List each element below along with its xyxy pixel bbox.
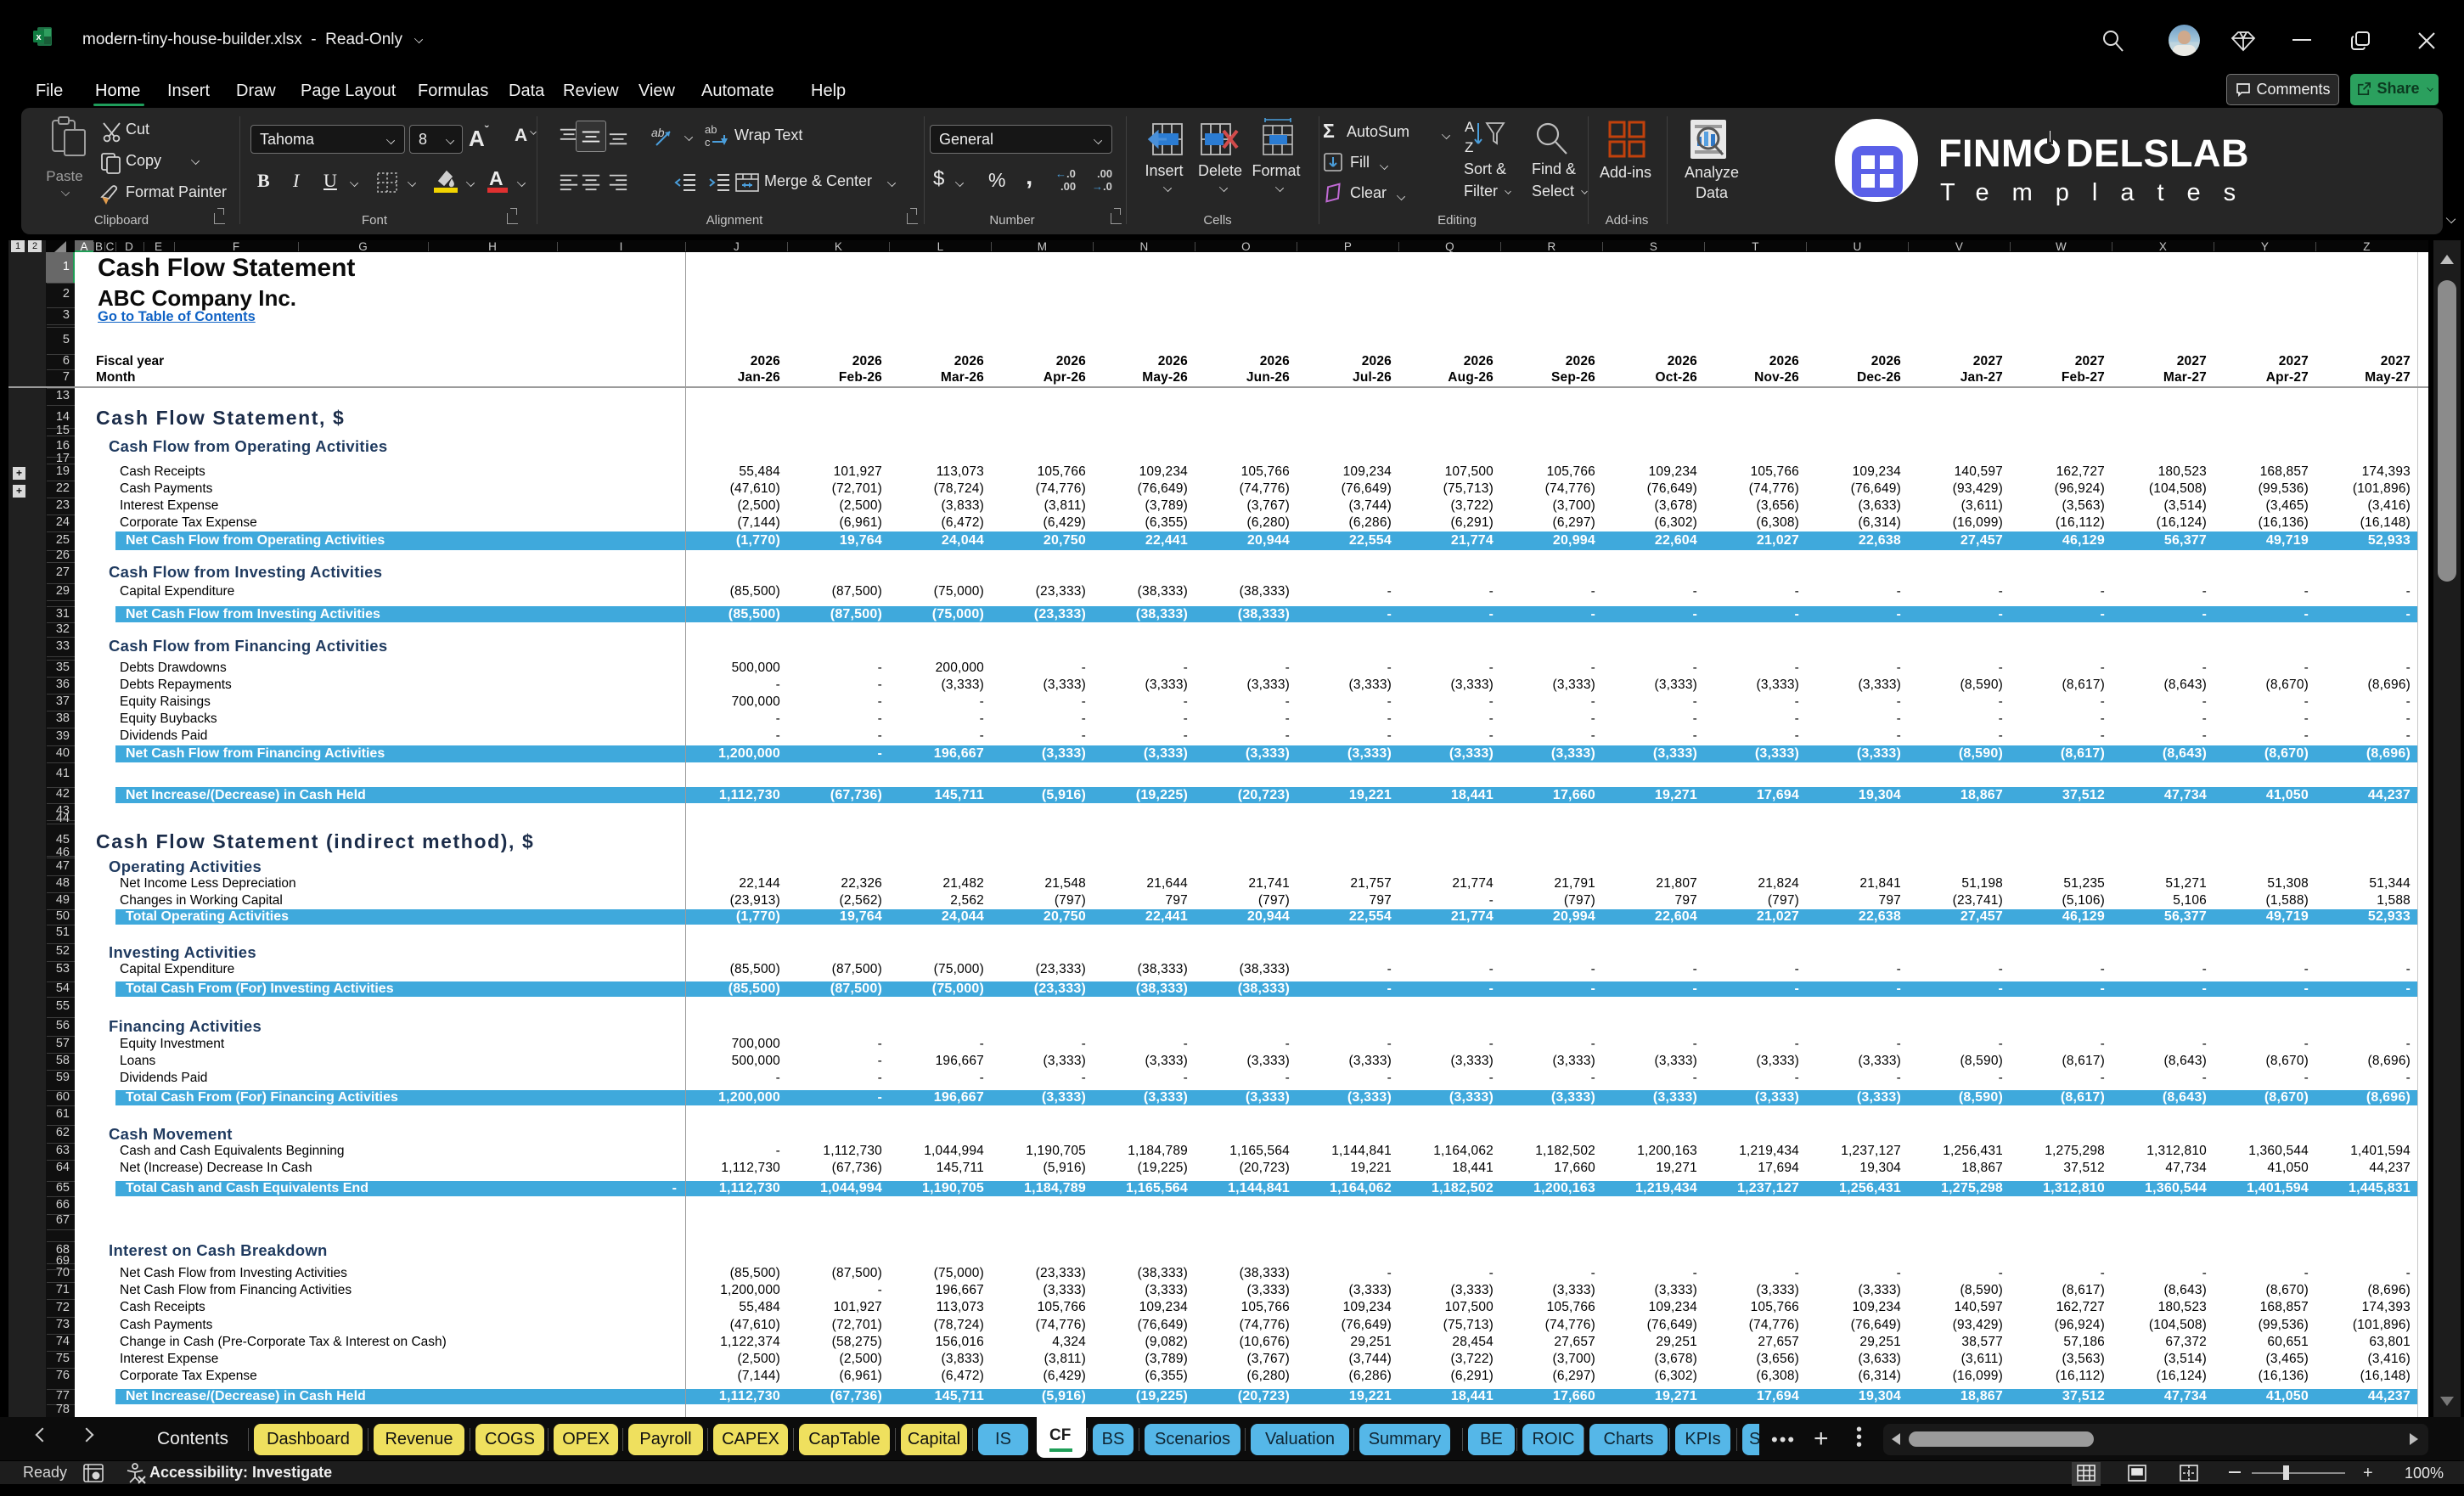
svg-text:A: A <box>1465 119 1475 135</box>
svg-text:Z: Z <box>1465 139 1473 155</box>
svg-text:ab: ab <box>651 126 665 139</box>
svg-text:x: x <box>36 32 42 42</box>
svg-text:ab: ab <box>705 123 717 136</box>
svg-text:c: c <box>705 136 711 149</box>
